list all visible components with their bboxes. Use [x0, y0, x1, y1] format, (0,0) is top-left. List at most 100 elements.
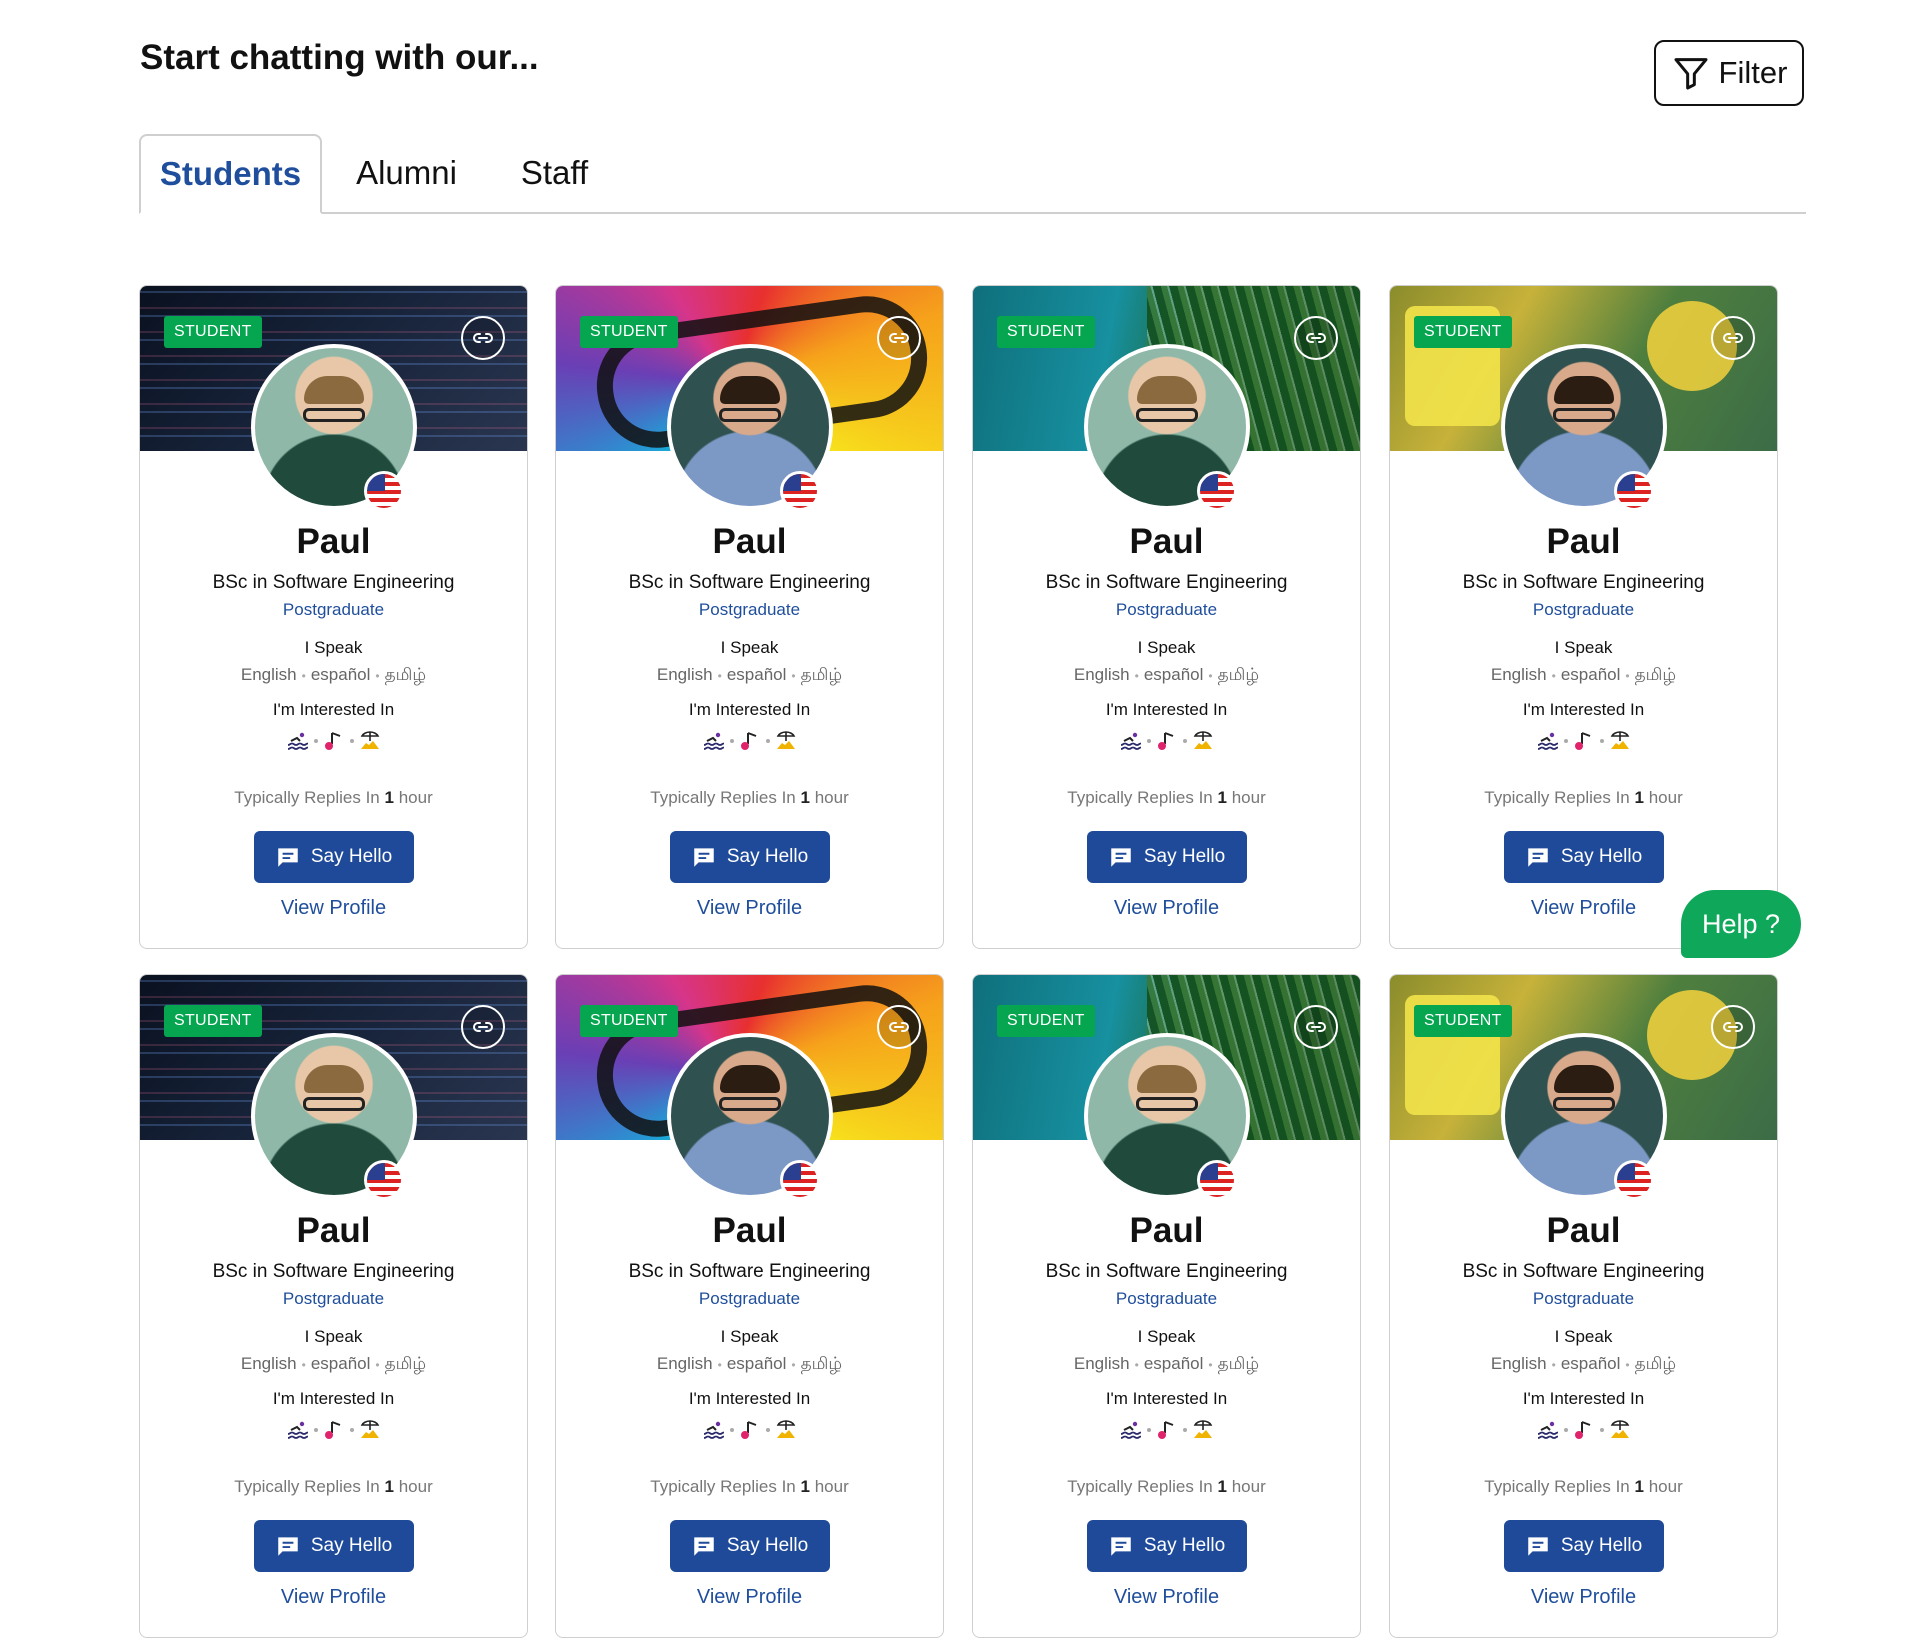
language-item: English [1490, 1354, 1547, 1373]
profile-name: Paul [296, 522, 371, 561]
view-profile-link[interactable]: View Profile [556, 897, 943, 920]
music-note-icon [740, 732, 756, 750]
beach-icon [776, 1420, 795, 1438]
swimming-icon [1537, 732, 1558, 750]
copy-link-button[interactable] [461, 316, 505, 360]
view-profile-link[interactable]: View Profile [1390, 1586, 1777, 1609]
say-hello-label: Say Hello [310, 846, 393, 867]
say-hello-label: Say Hello [726, 1535, 809, 1556]
say-hello-button[interactable]: Say Hello [253, 1520, 414, 1572]
copy-link-button[interactable] [877, 316, 921, 360]
tab-students[interactable]: Students [139, 134, 322, 214]
us-flag-icon [779, 1160, 820, 1200]
tab-alumni[interactable]: Alumni [344, 134, 469, 212]
profile-name: Paul [712, 1211, 787, 1250]
languages-heading: I Speak [1554, 1327, 1613, 1346]
chat-icon [694, 848, 714, 867]
language-item: English [656, 665, 713, 684]
interests-heading: I'm Interested In [272, 700, 395, 719]
language-item: தமிழ் [384, 665, 427, 684]
link-icon [1723, 333, 1743, 343]
say-hello-label: Say Hello [1143, 1535, 1226, 1556]
student-badge: STUDENT [997, 1005, 1095, 1037]
profile-card: STUDENT Paul BSc in Software Engineering… [139, 285, 528, 949]
swimming-icon [1537, 1421, 1558, 1439]
profile-degree: BSc in Software Engineering [1462, 572, 1705, 593]
copy-link-button[interactable] [1711, 316, 1755, 360]
profile-degree: BSc in Software Engineering [212, 572, 455, 593]
say-hello-button[interactable]: Say Hello [669, 831, 830, 883]
interests-list [1390, 1418, 1777, 1442]
say-hello-button[interactable]: Say Hello [669, 1520, 830, 1572]
view-profile-link[interactable]: View Profile [556, 1586, 943, 1609]
interests-list [973, 729, 1360, 753]
say-hello-button[interactable]: Say Hello [1503, 1520, 1664, 1572]
language-item: español [1560, 665, 1621, 684]
interests-list [556, 729, 943, 753]
copy-link-button[interactable] [1711, 1005, 1755, 1049]
profile-level: Postgraduate [1115, 1289, 1218, 1308]
reply-time: Typically Replies In 1 hour [1484, 788, 1683, 807]
view-profile-link[interactable]: View Profile [140, 1586, 527, 1609]
languages-list: English • español • தமிழ் [656, 1354, 843, 1373]
beach-icon [1610, 1420, 1629, 1438]
view-profile-link[interactable]: View Profile [140, 897, 527, 920]
beach-icon [1610, 731, 1629, 749]
language-item: English [240, 665, 297, 684]
language-item: español [726, 1354, 787, 1373]
music-note-icon [324, 1421, 340, 1439]
interests-heading: I'm Interested In [1105, 700, 1228, 719]
view-profile-link[interactable]: View Profile [973, 897, 1360, 920]
tab-bar: Students Alumni Staff [139, 134, 1806, 214]
say-hello-button[interactable]: Say Hello [253, 831, 414, 883]
reply-time: Typically Replies In 1 hour [1067, 788, 1266, 807]
tab-staff[interactable]: Staff [497, 134, 612, 212]
interests-heading: I'm Interested In [1522, 1389, 1645, 1408]
profile-degree: BSc in Software Engineering [1045, 1261, 1288, 1282]
copy-link-button[interactable] [877, 1005, 921, 1049]
filter-button[interactable]: Filter [1654, 40, 1804, 106]
student-badge: STUDENT [164, 1005, 262, 1037]
copy-link-button[interactable] [1294, 1005, 1338, 1049]
interests-list [1390, 729, 1777, 753]
music-note-icon [1574, 732, 1590, 750]
beach-icon [1193, 1420, 1212, 1438]
languages-list: English • español • தமிழ் [1490, 1354, 1677, 1373]
languages-list: English • español • தமிழ் [240, 665, 427, 684]
copy-link-button[interactable] [461, 1005, 505, 1049]
link-icon [889, 1022, 909, 1032]
music-note-icon [1157, 732, 1173, 750]
languages-heading: I Speak [304, 638, 363, 657]
profile-name: Paul [1546, 1211, 1621, 1250]
say-hello-button[interactable]: Say Hello [1503, 831, 1664, 883]
swimming-icon [287, 732, 308, 750]
profile-card: STUDENT Paul BSc in Software Engineering… [972, 285, 1361, 949]
profile-name: Paul [1129, 522, 1204, 561]
profile-card: STUDENT Paul BSc in Software Engineering… [972, 974, 1361, 1638]
say-hello-label: Say Hello [1560, 1535, 1643, 1556]
student-badge: STUDENT [580, 316, 678, 348]
profile-card: STUDENT Paul BSc in Software Engineering… [139, 974, 528, 1638]
profile-level: Postgraduate [1532, 1289, 1635, 1308]
chat-icon [694, 1537, 714, 1556]
language-item: español [310, 1354, 371, 1373]
link-icon [1723, 1022, 1743, 1032]
chat-icon [1111, 1537, 1131, 1556]
chat-icon [278, 1537, 298, 1556]
profile-card: STUDENT Paul BSc in Software Engineering… [1389, 974, 1778, 1638]
language-item: English [1490, 665, 1547, 684]
profile-name: Paul [296, 1211, 371, 1250]
music-note-icon [1574, 1421, 1590, 1439]
copy-link-button[interactable] [1294, 316, 1338, 360]
help-button[interactable]: Help ? [1681, 890, 1801, 958]
view-profile-link[interactable]: View Profile [973, 1586, 1360, 1609]
link-icon [1306, 1022, 1326, 1032]
say-hello-button[interactable]: Say Hello [1086, 1520, 1247, 1572]
interests-heading: I'm Interested In [688, 700, 811, 719]
interests-heading: I'm Interested In [1522, 700, 1645, 719]
profile-card: STUDENT Paul BSc in Software Engineering… [555, 974, 944, 1638]
beach-icon [776, 731, 795, 749]
say-hello-label: Say Hello [1143, 846, 1226, 867]
say-hello-button[interactable]: Say Hello [1086, 831, 1247, 883]
reply-time: Typically Replies In 1 hour [234, 788, 433, 807]
